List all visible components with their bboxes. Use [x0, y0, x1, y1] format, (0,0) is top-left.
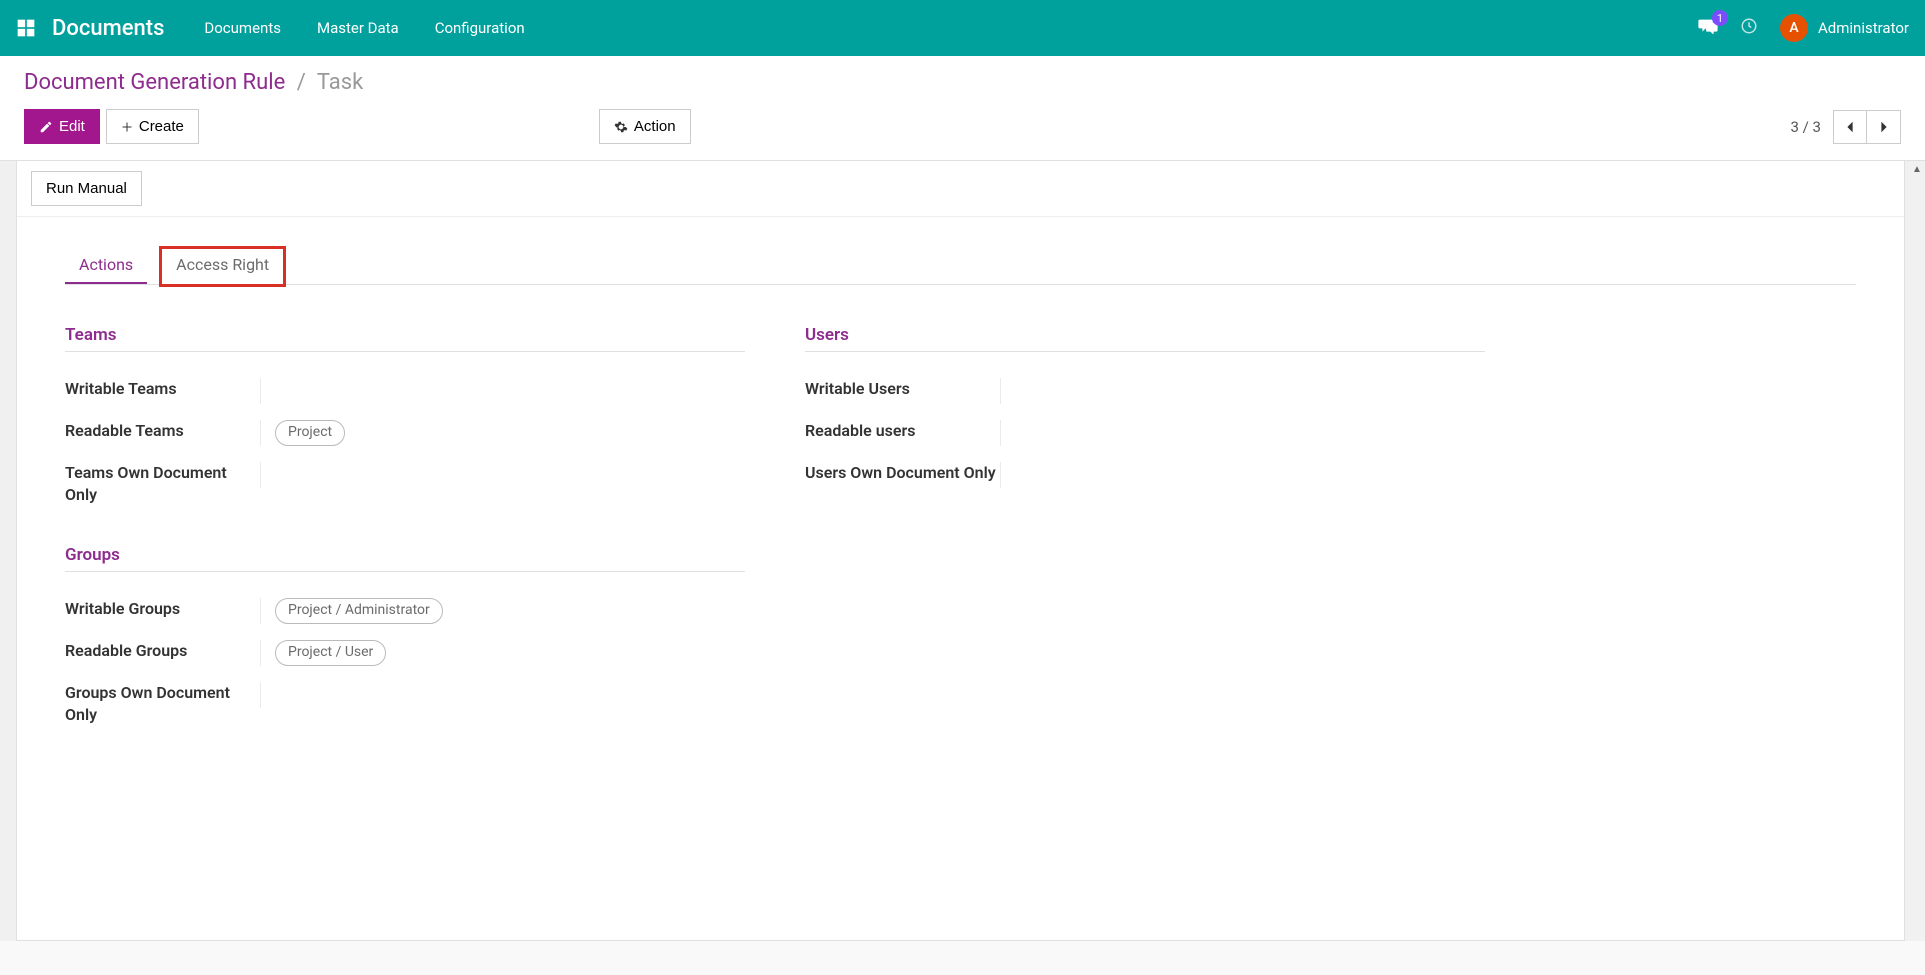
top-navbar: Documents Documents Master Data Configur… [0, 0, 1925, 56]
nav-item-master-data[interactable]: Master Data [317, 19, 399, 37]
user-name: Administrator [1818, 19, 1909, 37]
tag-project[interactable]: Project [275, 420, 345, 446]
value-groups-own-only[interactable] [260, 682, 745, 708]
tag-project-user[interactable]: Project / User [275, 640, 386, 666]
value-writable-users[interactable] [1000, 378, 1485, 404]
user-menu[interactable]: A Administrator [1780, 14, 1909, 42]
pager-next[interactable] [1867, 110, 1901, 144]
section-title-groups: Groups [65, 545, 745, 572]
avatar: A [1780, 14, 1808, 42]
nav-right: 1 A Administrator [1698, 14, 1909, 42]
form-sheet: Run Manual Actions Access Right Teams Wr… [16, 161, 1905, 941]
section-groups: Groups Writable Groups Project / Adminis… [65, 545, 745, 733]
activity-icon[interactable] [1740, 17, 1758, 39]
section-users: Users Writable Users Readable users User… [805, 325, 1485, 496]
label-readable-users: Readable users [805, 420, 1000, 442]
tab-actions[interactable]: Actions [65, 247, 147, 284]
plus-icon [121, 121, 133, 133]
create-label: Create [139, 118, 184, 135]
scroll-up-icon[interactable]: ▲ [1909, 161, 1925, 177]
label-writable-users: Writable Users [805, 378, 1000, 400]
value-readable-users[interactable] [1000, 420, 1485, 446]
tab-access-right[interactable]: Access Right [159, 246, 286, 287]
apps-icon[interactable] [16, 18, 36, 38]
pencil-icon [39, 120, 53, 134]
chevron-right-icon [1879, 120, 1889, 134]
value-writable-groups[interactable]: Project / Administrator [260, 598, 745, 624]
section-title-teams: Teams [65, 325, 745, 352]
section-title-users: Users [805, 325, 1485, 352]
messages-badge: 1 [1712, 10, 1728, 26]
label-teams-own-only: Teams Own Document Only [65, 462, 260, 505]
pager-text: 3 / 3 [1791, 118, 1822, 136]
app-brand[interactable]: Documents [52, 16, 164, 41]
value-readable-teams[interactable]: Project [260, 420, 745, 446]
label-writable-groups: Writable Groups [65, 598, 260, 620]
action-button[interactable]: Action [599, 109, 691, 144]
tabs: Actions Access Right [65, 247, 1856, 285]
breadcrumb: Document Generation Rule / Task [24, 70, 1901, 95]
action-label: Action [634, 118, 676, 135]
tag-project-admin[interactable]: Project / Administrator [275, 598, 443, 624]
edit-label: Edit [59, 118, 85, 135]
value-users-own-only[interactable] [1000, 462, 1485, 488]
messages-button[interactable]: 1 [1698, 18, 1718, 38]
gear-icon [614, 120, 628, 134]
label-readable-groups: Readable Groups [65, 640, 260, 662]
chevron-left-icon [1845, 120, 1855, 134]
nav-menu: Documents Master Data Configuration [204, 19, 524, 37]
pager: 3 / 3 [1791, 110, 1902, 144]
form-body: Run Manual Actions Access Right Teams Wr… [0, 161, 1925, 941]
scrollbar[interactable]: ▲ [1909, 161, 1925, 941]
label-readable-teams: Readable Teams [65, 420, 260, 442]
nav-item-documents[interactable]: Documents [204, 19, 281, 37]
control-panel: Document Generation Rule / Task Edit Cre… [0, 56, 1925, 161]
breadcrumb-current: Task [317, 70, 363, 95]
label-users-own-only: Users Own Document Only [805, 462, 1000, 484]
breadcrumb-parent[interactable]: Document Generation Rule [24, 70, 285, 95]
nav-item-configuration[interactable]: Configuration [435, 19, 525, 37]
section-teams: Teams Writable Teams Readable Teams Proj… [65, 325, 745, 513]
value-teams-own-only[interactable] [260, 462, 745, 488]
value-readable-groups[interactable]: Project / User [260, 640, 745, 666]
pager-prev[interactable] [1833, 110, 1867, 144]
create-button[interactable]: Create [106, 109, 199, 144]
edit-button[interactable]: Edit [24, 109, 100, 144]
breadcrumb-separator: / [297, 70, 306, 95]
run-manual-button[interactable]: Run Manual [31, 171, 142, 206]
label-writable-teams: Writable Teams [65, 378, 260, 400]
label-groups-own-only: Groups Own Document Only [65, 682, 260, 725]
value-writable-teams[interactable] [260, 378, 745, 404]
